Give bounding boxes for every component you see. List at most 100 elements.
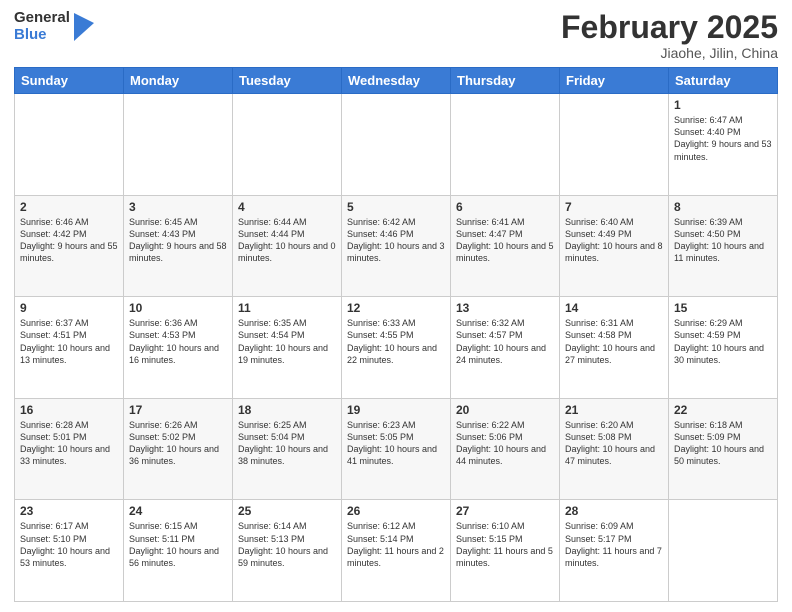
day-info: Sunrise: 6:41 AM Sunset: 4:47 PM Dayligh… <box>456 216 554 265</box>
day-header-sunday: Sunday <box>15 68 124 94</box>
day-info: Sunrise: 6:47 AM Sunset: 4:40 PM Dayligh… <box>674 114 772 163</box>
calendar-cell: 7 Sunrise: 6:40 AM Sunset: 4:49 PM Daylig… <box>560 195 669 297</box>
day-info: Sunrise: 6:29 AM Sunset: 4:59 PM Dayligh… <box>674 317 772 366</box>
calendar-cell <box>15 94 124 196</box>
day-info: Sunrise: 6:40 AM Sunset: 4:49 PM Dayligh… <box>565 216 663 265</box>
day-info: Sunrise: 6:44 AM Sunset: 4:44 PM Dayligh… <box>238 216 336 265</box>
day-info: Sunrise: 6:28 AM Sunset: 5:01 PM Dayligh… <box>20 419 118 468</box>
day-info: Sunrise: 6:33 AM Sunset: 4:55 PM Dayligh… <box>347 317 445 366</box>
day-info: Sunrise: 6:31 AM Sunset: 4:58 PM Dayligh… <box>565 317 663 366</box>
calendar-cell: 6 Sunrise: 6:41 AM Sunset: 4:47 PM Daylig… <box>451 195 560 297</box>
calendar-cell: 10Sunrise: 6:36 AM Sunset: 4:53 PM Dayli… <box>124 297 233 399</box>
day-info: Sunrise: 6:45 AM Sunset: 4:43 PM Dayligh… <box>129 216 227 265</box>
calendar-cell: 26Sunrise: 6:12 AM Sunset: 5:14 PM Dayli… <box>342 500 451 602</box>
day-header-saturday: Saturday <box>669 68 778 94</box>
logo: General Blue <box>14 10 94 43</box>
day-number: 21 <box>565 403 663 417</box>
day-info: Sunrise: 6:14 AM Sunset: 5:13 PM Dayligh… <box>238 520 336 569</box>
day-info: Sunrise: 6:37 AM Sunset: 4:51 PM Dayligh… <box>20 317 118 366</box>
calendar-cell: 28 Sunrise: 6:09 AM Sunset: 5:17 PM Dayli… <box>560 500 669 602</box>
day-number: 7 <box>565 200 663 214</box>
day-number: 16 <box>20 403 118 417</box>
day-number: 13 <box>456 301 554 315</box>
calendar-cell: 5 Sunrise: 6:42 AM Sunset: 4:46 PM Daylig… <box>342 195 451 297</box>
calendar-cell: 23 Sunrise: 6:17 AM Sunset: 5:10 PM Dayli… <box>15 500 124 602</box>
calendar-cell: 25Sunrise: 6:14 AM Sunset: 5:13 PM Dayli… <box>233 500 342 602</box>
day-number: 10 <box>129 301 227 315</box>
day-info: Sunrise: 6:32 AM Sunset: 4:57 PM Dayligh… <box>456 317 554 366</box>
day-info: Sunrise: 6:26 AM Sunset: 5:02 PM Dayligh… <box>129 419 227 468</box>
day-number: 24 <box>129 504 227 518</box>
day-number: 5 <box>347 200 445 214</box>
calendar-cell <box>451 94 560 196</box>
calendar-week-3: 16 Sunrise: 6:28 AM Sunset: 5:01 PM Dayli… <box>15 398 778 500</box>
day-number: 14 <box>565 301 663 315</box>
calendar-cell: 8Sunrise: 6:39 AM Sunset: 4:50 PM Daylig… <box>669 195 778 297</box>
day-header-thursday: Thursday <box>451 68 560 94</box>
day-number: 18 <box>238 403 336 417</box>
day-number: 23 <box>20 504 118 518</box>
day-info: Sunrise: 6:09 AM Sunset: 5:17 PM Dayligh… <box>565 520 663 569</box>
logo-icon <box>74 13 94 41</box>
calendar-cell: 21 Sunrise: 6:20 AM Sunset: 5:08 PM Dayli… <box>560 398 669 500</box>
calendar-cell: 27 Sunrise: 6:10 AM Sunset: 5:15 PM Dayli… <box>451 500 560 602</box>
calendar-header-row: SundayMondayTuesdayWednesdayThursdayFrid… <box>15 68 778 94</box>
calendar-cell <box>233 94 342 196</box>
calendar-cell: 3 Sunrise: 6:45 AM Sunset: 4:43 PM Daylig… <box>124 195 233 297</box>
calendar-week-1: 2 Sunrise: 6:46 AM Sunset: 4:42 PM Daylig… <box>15 195 778 297</box>
calendar-cell: 14 Sunrise: 6:31 AM Sunset: 4:58 PM Dayli… <box>560 297 669 399</box>
calendar-cell: 19 Sunrise: 6:23 AM Sunset: 5:05 PM Dayli… <box>342 398 451 500</box>
calendar-cell: 2 Sunrise: 6:46 AM Sunset: 4:42 PM Daylig… <box>15 195 124 297</box>
logo-general: General <box>14 10 70 27</box>
day-number: 28 <box>565 504 663 518</box>
calendar-cell: 12Sunrise: 6:33 AM Sunset: 4:55 PM Dayli… <box>342 297 451 399</box>
calendar-cell: 1 Sunrise: 6:47 AM Sunset: 4:40 PM Daylig… <box>669 94 778 196</box>
day-info: Sunrise: 6:20 AM Sunset: 5:08 PM Dayligh… <box>565 419 663 468</box>
day-number: 27 <box>456 504 554 518</box>
day-info: Sunrise: 6:35 AM Sunset: 4:54 PM Dayligh… <box>238 317 336 366</box>
day-number: 19 <box>347 403 445 417</box>
calendar-cell: 16 Sunrise: 6:28 AM Sunset: 5:01 PM Dayli… <box>15 398 124 500</box>
day-info: Sunrise: 6:23 AM Sunset: 5:05 PM Dayligh… <box>347 419 445 468</box>
calendar-cell: 18 Sunrise: 6:25 AM Sunset: 5:04 PM Dayli… <box>233 398 342 500</box>
day-number: 9 <box>20 301 118 315</box>
day-info: Sunrise: 6:22 AM Sunset: 5:06 PM Dayligh… <box>456 419 554 468</box>
day-number: 11 <box>238 301 336 315</box>
day-header-wednesday: Wednesday <box>342 68 451 94</box>
day-info: Sunrise: 6:15 AM Sunset: 5:11 PM Dayligh… <box>129 520 227 569</box>
calendar-cell <box>669 500 778 602</box>
month-title: February 2025 <box>561 10 778 45</box>
subtitle: Jiaohe, Jilin, China <box>561 45 778 61</box>
day-info: Sunrise: 6:17 AM Sunset: 5:10 PM Dayligh… <box>20 520 118 569</box>
day-header-friday: Friday <box>560 68 669 94</box>
day-number: 15 <box>674 301 772 315</box>
calendar-cell: 22 Sunrise: 6:18 AM Sunset: 5:09 PM Dayli… <box>669 398 778 500</box>
title-block: February 2025 Jiaohe, Jilin, China <box>561 10 778 61</box>
day-info: Sunrise: 6:25 AM Sunset: 5:04 PM Dayligh… <box>238 419 336 468</box>
calendar-week-2: 9 Sunrise: 6:37 AM Sunset: 4:51 PM Daylig… <box>15 297 778 399</box>
calendar-cell: 9 Sunrise: 6:37 AM Sunset: 4:51 PM Daylig… <box>15 297 124 399</box>
calendar-cell: 15 Sunrise: 6:29 AM Sunset: 4:59 PM Dayli… <box>669 297 778 399</box>
day-number: 17 <box>129 403 227 417</box>
calendar-cell <box>124 94 233 196</box>
day-number: 1 <box>674 98 772 112</box>
calendar-cell: 17 Sunrise: 6:26 AM Sunset: 5:02 PM Dayli… <box>124 398 233 500</box>
logo-text: General Blue <box>14 10 70 43</box>
calendar-cell: 11 Sunrise: 6:35 AM Sunset: 4:54 PM Dayli… <box>233 297 342 399</box>
header: General Blue February 2025 Jiaohe, Jilin… <box>14 10 778 61</box>
day-number: 3 <box>129 200 227 214</box>
calendar-cell: 20 Sunrise: 6:22 AM Sunset: 5:06 PM Dayli… <box>451 398 560 500</box>
day-info: Sunrise: 6:18 AM Sunset: 5:09 PM Dayligh… <box>674 419 772 468</box>
day-info: Sunrise: 6:46 AM Sunset: 4:42 PM Dayligh… <box>20 216 118 265</box>
day-number: 2 <box>20 200 118 214</box>
calendar-cell <box>342 94 451 196</box>
calendar-week-4: 23 Sunrise: 6:17 AM Sunset: 5:10 PM Dayli… <box>15 500 778 602</box>
day-number: 22 <box>674 403 772 417</box>
calendar-cell <box>560 94 669 196</box>
day-number: 6 <box>456 200 554 214</box>
day-info: Sunrise: 6:10 AM Sunset: 5:15 PM Dayligh… <box>456 520 554 569</box>
day-number: 20 <box>456 403 554 417</box>
calendar-cell: 13 Sunrise: 6:32 AM Sunset: 4:57 PM Dayli… <box>451 297 560 399</box>
day-info: Sunrise: 6:42 AM Sunset: 4:46 PM Dayligh… <box>347 216 445 265</box>
calendar-table: SundayMondayTuesdayWednesdayThursdayFrid… <box>14 67 778 602</box>
